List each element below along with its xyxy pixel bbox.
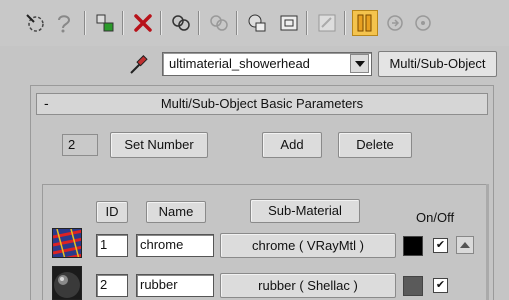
row-color-swatch[interactable] [403,276,423,296]
show-end-result-icon[interactable] [314,10,340,36]
list-scrollbar[interactable] [486,184,489,300]
options-icon[interactable] [410,10,436,36]
set-number-button[interactable]: Set Number [110,132,208,158]
scroll-up-button[interactable] [456,236,474,254]
material-type-button[interactable]: Multi/Sub-Object [378,51,497,77]
make-unique-icon[interactable] [168,10,194,36]
toolbar-separator [198,11,200,35]
column-header-sub-material[interactable]: Sub-Material [250,199,360,223]
get-material-icon[interactable] [22,10,48,36]
delete-icon[interactable] [130,10,156,36]
checkmark-icon: ✔ [435,239,446,251]
assign-material-icon[interactable] [92,10,118,36]
material-preview-thumbnail[interactable] [52,228,82,258]
go-to-parent-icon[interactable] [352,10,378,36]
rollout-title[interactable]: Multi/Sub-Object Basic Parameters [36,93,488,115]
sub-material-button[interactable]: chrome ( VRayMtl ) [220,233,396,258]
column-header-id[interactable]: ID [96,201,128,223]
toolbar-separator [122,11,124,35]
row-id-field[interactable]: 2 [96,274,128,297]
toolbar-separator [236,11,238,35]
row-name-field[interactable]: chrome [136,234,214,257]
checkmark-icon: ✔ [435,279,446,291]
chevron-down-icon[interactable] [350,54,369,73]
row-color-swatch[interactable] [403,236,423,256]
toolbar-separator [160,11,162,35]
material-name-field[interactable]: ultimaterial_showerhead [162,52,372,76]
material-preview-thumbnail[interactable] [52,266,82,300]
toolbar-separator [306,11,308,35]
row-name-field[interactable]: rubber [136,274,214,297]
put-to-library-icon[interactable] [206,10,232,36]
sub-material-button[interactable]: rubber ( Shellac ) [220,273,396,298]
put-to-scene-icon[interactable] [52,10,78,36]
show-map-icon[interactable] [276,10,302,36]
column-header-on-off: On/Off [416,210,455,225]
eyedropper-icon[interactable] [128,52,150,76]
material-count-field[interactable]: 2 [62,134,98,156]
row-on-off-checkbox[interactable]: ✔ [433,278,448,293]
row-on-off-checkbox[interactable]: ✔ [433,238,448,253]
material-editor-toolbar [0,0,509,46]
column-header-name[interactable]: Name [146,201,206,223]
material-id-channel-icon[interactable] [244,10,270,36]
go-forward-sibling-icon[interactable] [382,10,408,36]
row-id-field[interactable]: 1 [96,234,128,257]
toolbar-separator [84,11,86,35]
delete-button[interactable]: Delete [338,132,412,158]
rollout-collapse-toggle[interactable]: - [44,93,49,113]
toolbar-separator [344,11,346,35]
add-button[interactable]: Add [262,132,322,158]
chevron-up-icon [460,242,470,248]
